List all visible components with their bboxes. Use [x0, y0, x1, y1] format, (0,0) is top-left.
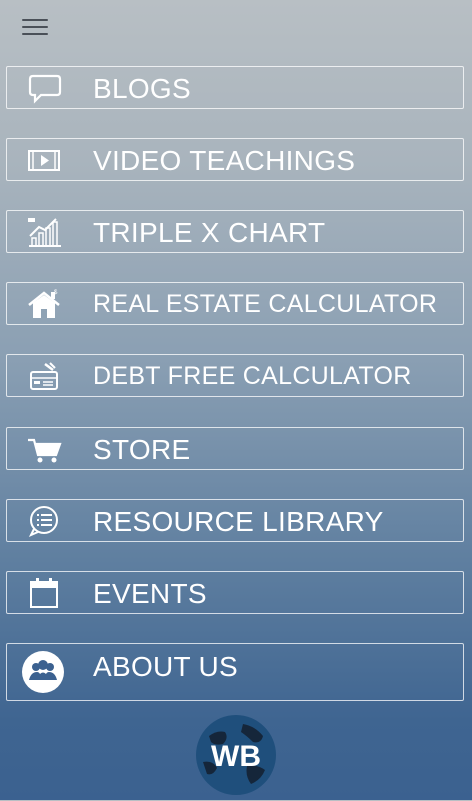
shopping-cart-icon [25, 433, 63, 465]
top-bar [0, 0, 472, 56]
people-icon [19, 650, 69, 694]
menu-item-real-estate-calculator[interactable]: $ REAL ESTATE CALCULATOR [6, 282, 464, 325]
menu-item-video-teachings[interactable]: VIDEO TEACHINGS [6, 138, 464, 181]
menu-item-blogs[interactable]: BLOGS [6, 66, 464, 109]
calendar-icon [25, 577, 63, 609]
video-player-icon [25, 144, 63, 176]
house-icon: $ [25, 288, 63, 320]
hamburger-menu-icon[interactable] [22, 18, 48, 38]
menu-item-label: REAL ESTATE CALCULATOR [93, 290, 438, 318]
menu-item-events[interactable]: EVENTS [6, 571, 464, 614]
growth-chart-icon [25, 216, 63, 248]
wb-globe-logo: WB [195, 714, 277, 796]
menu-item-label: STORE [93, 434, 191, 465]
menu-item-label: RESOURCE LIBRARY [93, 506, 384, 537]
menu-item-resource-library[interactable]: RESOURCE LIBRARY [6, 499, 464, 542]
menu-item-label: EVENTS [93, 578, 207, 609]
menu-item-label: DEBT FREE CALCULATOR [93, 362, 412, 390]
chat-bubble-icon [25, 72, 63, 104]
logo-text: WB [211, 740, 261, 773]
menu-item-label: BLOGS [93, 73, 191, 104]
menu-item-label: ABOUT US [93, 651, 239, 682]
list-bubble-icon [25, 505, 63, 537]
credit-card-icon [25, 360, 63, 392]
menu-item-about-us[interactable]: ABOUT US [6, 643, 464, 701]
svg-text:$: $ [54, 290, 58, 296]
menu-item-debt-free-calculator[interactable]: DEBT FREE CALCULATOR [6, 354, 464, 397]
menu-item-label: TRIPLE X CHART [93, 217, 326, 248]
menu-item-triple-x-chart[interactable]: TRIPLE X CHART [6, 210, 464, 253]
menu-item-label: VIDEO TEACHINGS [93, 145, 356, 176]
menu-item-store[interactable]: STORE [6, 427, 464, 470]
